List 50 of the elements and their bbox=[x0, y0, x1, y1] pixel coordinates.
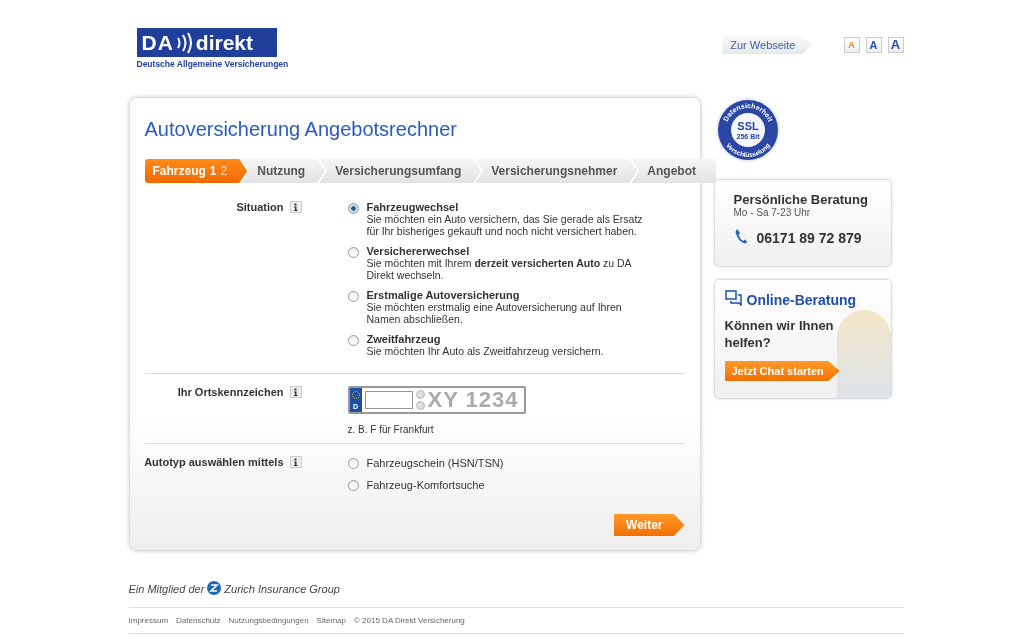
hint-text: z. B. F für Frankfurt bbox=[347, 424, 435, 435]
info-icon[interactable] bbox=[289, 201, 302, 213]
info-icon[interactable] bbox=[289, 386, 302, 398]
font-size-button[interactable]: A bbox=[865, 37, 882, 53]
logo[interactable]: DA direkt bbox=[136, 28, 277, 57]
option-title: Versichererwechsel bbox=[366, 245, 471, 257]
option-description: Sie möchten erstmalig eine Autoversicherung auf Ihren Namen abschließen. bbox=[366, 301, 623, 325]
option-description: Sie möchten Ihr Auto als Zweitfahrzeug versichern. bbox=[366, 345, 605, 357]
member-text: Ein Mitglied der bbox=[128, 583, 205, 595]
field-label: Autotyp auswählen mittels bbox=[144, 456, 284, 468]
sticker-icon bbox=[415, 390, 425, 410]
field-label: Situation bbox=[236, 201, 284, 213]
waves-icon bbox=[174, 31, 193, 54]
footer-link[interactable]: Datenschutz bbox=[176, 616, 221, 625]
step-tab[interactable]: Versicherungsumfang bbox=[319, 159, 482, 183]
chat-question: Können wir Ihnen helfen? bbox=[724, 317, 835, 351]
font-size-button[interactable]: A bbox=[887, 37, 904, 53]
phone-number[interactable]: 06171 89 72 879 bbox=[756, 230, 862, 246]
radio-button[interactable] bbox=[347, 458, 359, 469]
option-title: Erstmalige Autoversicherung bbox=[366, 289, 521, 301]
zurich-logo-icon bbox=[207, 581, 222, 597]
website-link[interactable]: Zur Webseite bbox=[722, 36, 812, 54]
copyright-text: © 2015 DA Direkt Versicherung bbox=[353, 616, 465, 625]
option-label: Fahrzeugschein (HSN/TSN) bbox=[366, 456, 504, 469]
radio-button[interactable] bbox=[347, 291, 359, 302]
option-title: Zweitfahrzeug bbox=[366, 333, 442, 345]
option-label: Fahrzeug-Komfortsuche bbox=[366, 478, 485, 491]
radio-button[interactable] bbox=[347, 480, 359, 491]
footer-link[interactable]: Impressum bbox=[128, 616, 169, 625]
member-text: Zurich Insurance Group bbox=[224, 583, 340, 595]
info-icon[interactable] bbox=[289, 456, 302, 468]
advice-title: Persönliche Beratung bbox=[733, 192, 869, 207]
step-tab[interactable]: Nutzung bbox=[241, 159, 326, 183]
input-field[interactable] bbox=[364, 391, 413, 409]
logo-tagline: Deutsche Allgemeine Versicherungen bbox=[136, 59, 289, 69]
option-title: Fahrzeugwechsel bbox=[366, 201, 460, 213]
step-tab[interactable]: Versicherungsnehmer bbox=[475, 159, 638, 183]
chat-title: Online-Beratung bbox=[746, 292, 857, 308]
ssl-label: SSL bbox=[736, 120, 759, 132]
footer-link[interactable]: Nutzungsbedingungen bbox=[228, 616, 309, 625]
radio-button[interactable] bbox=[347, 203, 359, 214]
option-description: Sie möchten mit Ihrem derzeit versicherten Auto zu DA Direkt wechseln. bbox=[366, 257, 633, 281]
field-label: Ihr Ortskennzeichen bbox=[177, 386, 284, 398]
footer-link[interactable]: Sitemap bbox=[316, 616, 346, 625]
radio-button[interactable] bbox=[347, 335, 359, 346]
opening-hours: Mo - Sa 7-23 Uhr bbox=[733, 207, 812, 218]
radio-button[interactable] bbox=[347, 247, 359, 258]
form-title: Autoversicherung Angebotsrechner bbox=[144, 118, 458, 141]
step-tab[interactable]: Angebot bbox=[631, 159, 716, 183]
option-description: Sie möchten ein Auto versichern, das Sie gerade als Ersatz für Ihr bisheriges gekauft und noch nicht versichert haben. bbox=[366, 213, 644, 237]
